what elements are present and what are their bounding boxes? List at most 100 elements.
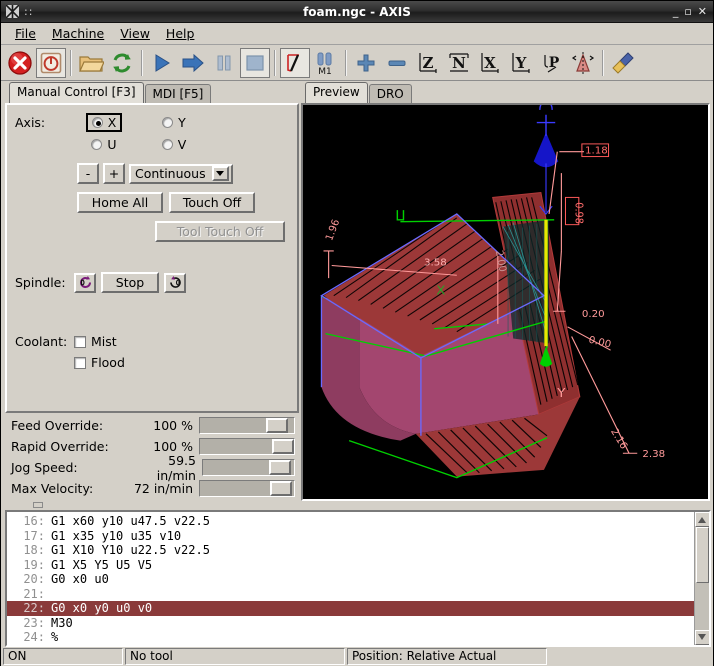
view-p-button[interactable]: P (537, 48, 567, 78)
slider-thumb[interactable] (269, 460, 291, 475)
rapid-override-slider[interactable] (199, 438, 295, 455)
coolant-label: Coolant: (7, 334, 69, 349)
max-velocity-slider[interactable] (199, 480, 295, 497)
machine-power-button[interactable] (36, 48, 66, 78)
tool-touchoff-row: Tool Touch Off (7, 219, 297, 244)
zoom-out-button[interactable] (382, 48, 412, 78)
menu-bar: File Machine View Help (1, 23, 713, 45)
tab-manual-control[interactable]: Manual Control [F3] (9, 82, 144, 103)
home-all-button[interactable]: Home All (77, 192, 163, 213)
gcode-line-number: 21: (7, 587, 51, 602)
status-bar: ON No tool Position: Relative Actual (1, 647, 713, 666)
axis-radio-y[interactable]: Y (157, 114, 191, 131)
toolbar-separator (70, 50, 72, 76)
coolant-flood-label: Flood (91, 355, 125, 370)
chevron-down-icon[interactable] (212, 166, 229, 181)
svg-text:Y: Y (515, 54, 527, 72)
tab-mdi[interactable]: MDI [F5] (145, 84, 212, 104)
gcode-line[interactable]: 20:G0 x0 u0 (7, 572, 694, 587)
gcode-line-current[interactable]: 22:G0 x0 y0 u0 v0 (7, 601, 694, 616)
scrollbar-trough[interactable] (695, 583, 710, 630)
jog-minus-button[interactable]: - (77, 163, 99, 184)
menu-file-label: File (15, 26, 36, 41)
window-menu-icon[interactable] (4, 4, 20, 20)
axis-application-window: :: foam.ngc - AXIS _ ▫ ✕ File Machine Vi… (0, 0, 714, 666)
spindle-cw-icon[interactable] (164, 273, 186, 293)
gcode-line-number: 18: (7, 543, 51, 558)
run-program-button[interactable] (147, 48, 177, 78)
pause-program-button[interactable] (209, 48, 239, 78)
menu-help-label: Help (166, 26, 195, 41)
scroll-up-arrow-icon[interactable] (695, 512, 710, 527)
radio-dot-icon (162, 139, 173, 150)
scroll-down-arrow-icon[interactable] (695, 630, 710, 645)
gcode-line-number: 20: (7, 572, 51, 587)
gcode-section: 16:G1 x60 y10 u47.5 v22.5 17:G1 x35 y10 … (1, 501, 713, 647)
axis-radio-u[interactable]: U (86, 136, 121, 153)
optional-stop-button[interactable]: M1 (311, 48, 341, 78)
tab-preview[interactable]: Preview (305, 82, 368, 103)
estop-button[interactable] (5, 48, 35, 78)
touch-off-button[interactable]: Touch Off (169, 192, 255, 213)
axis-radio-v[interactable]: V (157, 136, 192, 153)
maximize-button[interactable]: ▫ (684, 6, 691, 17)
gcode-line[interactable]: 24:% (7, 630, 694, 645)
jog-speed-slider[interactable] (202, 459, 295, 476)
jog-plus-button[interactable]: + (103, 163, 125, 184)
feed-override-value: 100 % (131, 418, 199, 433)
dim-top-label: 1.18 (585, 146, 608, 157)
axis-label-y: Y (556, 386, 565, 401)
feed-override-slider[interactable] (199, 417, 295, 434)
toggle-skip-lines-button[interactable] (280, 48, 310, 78)
zoom-in-button[interactable] (351, 48, 381, 78)
view-x-button[interactable]: X (475, 48, 505, 78)
gcode-line[interactable]: 18:G1 X10 Y10 u22.5 v22.5 (7, 543, 694, 558)
coolant-flood-checkbox[interactable]: Flood (69, 354, 130, 371)
gcode-line[interactable]: 23:M30 (7, 616, 694, 631)
coolant-row-mist: Coolant: Mist (7, 331, 297, 352)
slider-thumb[interactable] (266, 418, 288, 433)
coolant-mist-checkbox[interactable]: Mist (69, 333, 122, 350)
preview-canvas[interactable]: X: 0.0000 Y: 0.0000 (301, 103, 710, 501)
slider-thumb[interactable] (270, 481, 292, 496)
gcode-line[interactable]: 16:G1 x60 y10 u47.5 v22.5 (7, 514, 694, 529)
menu-file[interactable]: File (7, 24, 44, 43)
menu-help[interactable]: Help (158, 24, 203, 43)
reload-file-button[interactable] (107, 48, 137, 78)
minimize-button[interactable]: _ (673, 6, 679, 17)
preview-tabs: Preview DRO (301, 83, 710, 103)
sash-handle[interactable] (5, 501, 711, 509)
gcode-line-number: 19: (7, 558, 51, 573)
gcode-line-text: G1 X10 Y10 u22.5 v22.5 (51, 543, 210, 558)
toolbar-separator (141, 50, 143, 76)
spindle-stop-button[interactable]: Stop (101, 272, 159, 293)
gcode-listing[interactable]: 16:G1 x60 y10 u47.5 v22.5 17:G1 x35 y10 … (5, 510, 711, 647)
axis-radio-x[interactable]: X (86, 113, 123, 132)
step-program-button[interactable] (178, 48, 208, 78)
gcode-line-text: M30 (51, 616, 73, 631)
override-sliders: Feed Override: 100 % Rapid Override: 100… (5, 413, 299, 501)
gcode-scrollbar[interactable] (694, 512, 709, 645)
main-body: Manual Control [F3] MDI [F5] Axis: X (1, 81, 713, 666)
view-y-button[interactable]: Y (506, 48, 536, 78)
view-z-button[interactable]: Z (413, 48, 443, 78)
max-velocity-value: 72 in/min (131, 481, 199, 496)
close-button[interactable]: ✕ (698, 6, 707, 17)
spindle-ccw-icon[interactable] (74, 273, 96, 293)
menu-machine[interactable]: Machine (44, 24, 112, 43)
gcode-line[interactable]: 17:G1 x35 y10 u35 v10 (7, 529, 694, 544)
coolant-row-flood: Flood (7, 352, 297, 373)
stop-program-button[interactable] (240, 48, 270, 78)
coolant-mist-label: Mist (91, 334, 117, 349)
clear-plot-button[interactable] (608, 48, 638, 78)
scrollbar-thumb[interactable] (696, 527, 709, 583)
jog-increment-combo[interactable]: Continuous (129, 164, 233, 184)
menu-view[interactable]: View (112, 24, 158, 43)
tool-cone-button[interactable] (568, 48, 598, 78)
gcode-line[interactable]: 21: (7, 587, 694, 602)
view-n-button[interactable]: N (444, 48, 474, 78)
slider-thumb[interactable] (272, 439, 294, 454)
gcode-line[interactable]: 19:G1 X5 Y5 U5 V5 (7, 558, 694, 573)
open-file-button[interactable] (76, 48, 106, 78)
tab-dro[interactable]: DRO (369, 84, 412, 104)
